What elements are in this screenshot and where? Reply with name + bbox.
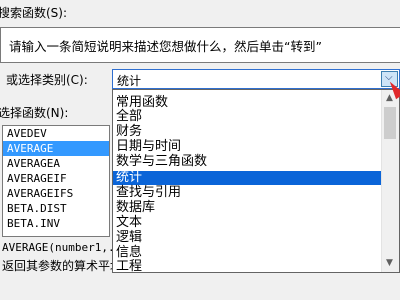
category-option-database[interactable]: 数据库 [113,201,382,215]
function-item-averageifs[interactable]: AVERAGEIFS [3,186,109,201]
function-item-avedev[interactable]: AVEDEV [3,126,109,141]
category-option-all[interactable]: 全部 [113,110,382,124]
category-selected-value: 统计 [117,74,142,88]
category-option-info[interactable]: 信息 [113,246,382,260]
category-label: 或选择类别(C): [6,73,88,87]
search-input[interactable]: 请输入一条简短说明来描述您想做什么，然后单击“转到” [0,27,400,63]
search-label: 搜索函数(S): [0,6,68,20]
function-item-averagea[interactable]: AVERAGEA [3,156,109,171]
function-item-average[interactable]: AVERAGE [3,141,109,156]
function-syntax: AVERAGE(number1,...) [2,241,112,254]
category-select[interactable]: 统计 ⌵ [112,69,400,89]
dropdown-scrollbar[interactable]: ▲ ▼ [381,90,399,272]
function-item-averageif[interactable]: AVERAGEIF [3,171,109,186]
function-list-label: 选择函数(N): [0,106,69,120]
function-item-beta-inv[interactable]: BETA.INV [3,216,109,231]
category-option-text[interactable]: 文本 [113,216,382,230]
category-option-math[interactable]: 数学与三角函数 [113,155,382,169]
category-option-finance[interactable]: 财务 [113,125,382,139]
category-option-engineering[interactable]: 工程 [113,260,382,273]
category-option-common[interactable]: 常用函数 [113,96,382,110]
function-item-beta-dist[interactable]: BETA.DIST [3,201,109,216]
category-option-lookup[interactable]: 查找与引用 [113,186,382,200]
category-option-logical[interactable]: 逻辑 [113,231,382,245]
search-input-text: 请输入一条简短说明来描述您想做什么，然后单击“转到” [9,39,322,54]
function-list[interactable]: AVEDEV AVERAGE AVERAGEA AVERAGEIF AVERAG… [2,125,110,237]
category-dropdown-list[interactable]: 常用函数 全部 财务 日期与时间 数学与三角函数 统计 查找与引用 数据库 文本… [112,89,400,273]
category-option-datetime[interactable]: 日期与时间 [113,140,382,154]
scrollbar-thumb[interactable] [384,107,396,139]
scroll-down-arrow-icon[interactable]: ▼ [386,258,393,268]
category-option-statistical[interactable]: 统计 [113,171,382,185]
function-description: 返回其参数的算术平均值 [2,259,112,273]
